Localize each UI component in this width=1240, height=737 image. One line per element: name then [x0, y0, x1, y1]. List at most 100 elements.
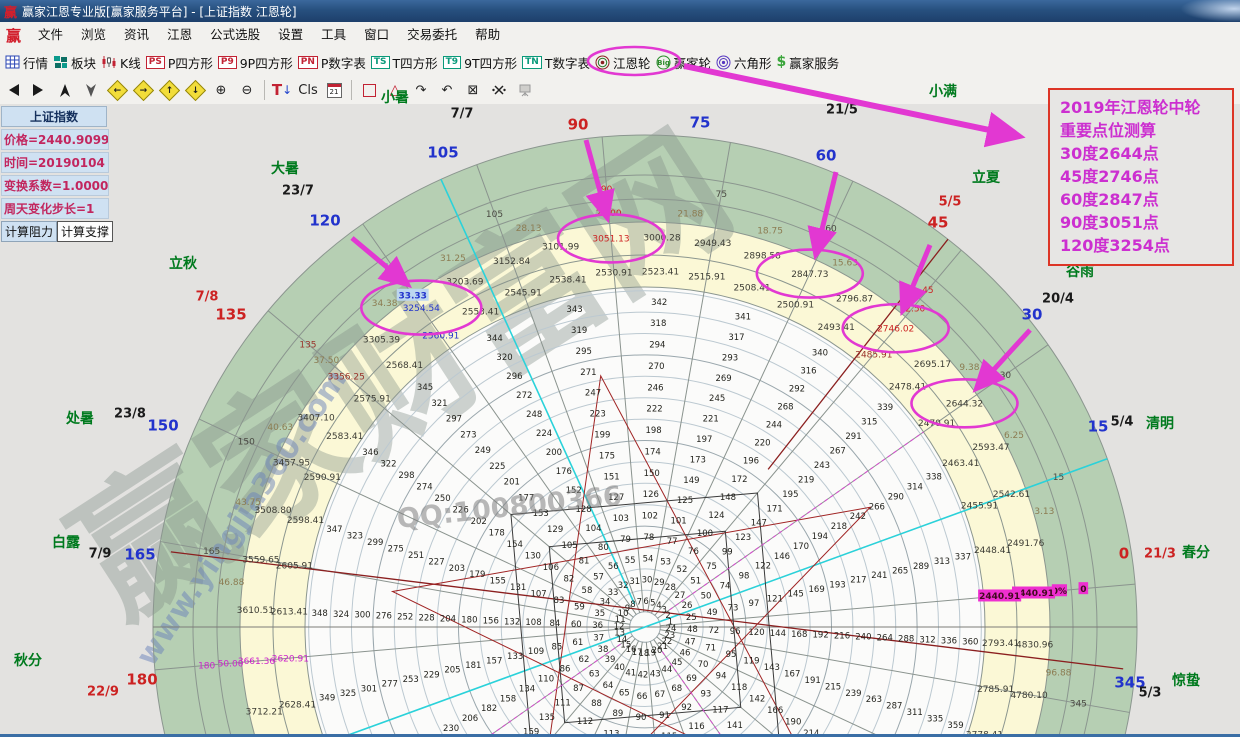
svg-text:120: 120 [309, 211, 340, 229]
svg-text:338: 338 [926, 473, 942, 483]
svg-text:36: 36 [592, 621, 603, 631]
svg-text:129: 129 [547, 525, 563, 535]
svg-text:119: 119 [743, 657, 759, 667]
annotation-box: 2019年江恩轮中轮重要点位测算30度2644点45度2746点60度2847点… [1048, 88, 1234, 266]
svg-text:222: 222 [646, 405, 662, 415]
svg-text:103: 103 [613, 514, 629, 524]
svg-text:196: 196 [743, 457, 759, 467]
svg-text:74: 74 [720, 581, 731, 591]
svg-text:337: 337 [955, 553, 971, 563]
svg-text:6: 6 [643, 597, 648, 607]
svg-text:40: 40 [614, 663, 625, 673]
svg-text:263: 263 [866, 695, 882, 705]
svg-text:225: 225 [489, 462, 505, 472]
svg-text:171: 171 [766, 504, 782, 514]
svg-text:135: 135 [539, 713, 555, 723]
svg-text:130: 130 [525, 552, 541, 562]
svg-text:3610.51: 3610.51 [237, 606, 274, 616]
svg-text:109: 109 [528, 647, 544, 657]
svg-text:2695.17: 2695.17 [914, 360, 951, 370]
svg-text:215: 215 [825, 682, 841, 692]
svg-text:122: 122 [755, 562, 771, 572]
svg-text:214: 214 [803, 729, 819, 737]
svg-text:28.13: 28.13 [516, 224, 542, 234]
svg-text:245: 245 [709, 394, 725, 404]
svg-text:340: 340 [812, 348, 828, 358]
svg-text:35: 35 [594, 609, 605, 619]
svg-text:32: 32 [618, 581, 629, 591]
svg-text:115: 115 [661, 732, 677, 737]
svg-text:159: 159 [523, 727, 539, 737]
svg-text:96.88: 96.88 [1046, 669, 1072, 679]
svg-text:88: 88 [591, 699, 602, 709]
svg-text:75: 75 [690, 113, 711, 131]
annotation-line-1: 重要点位测算 [1060, 119, 1226, 142]
svg-text:3305.39: 3305.39 [363, 336, 400, 346]
svg-text:295: 295 [576, 347, 592, 357]
svg-text:60: 60 [571, 620, 582, 630]
svg-text:221: 221 [703, 415, 719, 425]
info-row-3: 周天变化步长=1 [1, 198, 109, 219]
svg-text:314: 314 [907, 483, 923, 493]
svg-text:273: 273 [460, 430, 476, 440]
svg-text:29: 29 [654, 578, 665, 588]
svg-text:2553.41: 2553.41 [462, 307, 499, 317]
calc-support-button[interactable]: 计算支撑 [57, 221, 113, 242]
svg-text:277: 277 [382, 680, 398, 690]
svg-text:293: 293 [722, 353, 738, 363]
svg-text:4780.10: 4780.10 [1010, 691, 1047, 701]
svg-text:203: 203 [449, 564, 465, 574]
svg-text:7/9: 7/9 [89, 547, 112, 562]
svg-text:135: 135 [215, 305, 246, 323]
svg-text:105: 105 [561, 541, 577, 551]
svg-text:120: 120 [384, 263, 401, 273]
svg-text:312: 312 [919, 635, 935, 645]
annotation-line-0: 2019年江恩轮中轮 [1060, 96, 1226, 119]
svg-text:100: 100 [697, 529, 713, 539]
svg-text:2478.41: 2478.41 [889, 383, 926, 393]
info-row-1: 时间=20190104 [1, 152, 109, 173]
chart-area[interactable]: 赢家财富网www.yingjia360.com15304560759010512… [0, 104, 1240, 737]
svg-text:220: 220 [754, 439, 770, 449]
svg-text:95: 95 [726, 650, 737, 660]
svg-text:86: 86 [560, 665, 571, 675]
svg-text:2796.87: 2796.87 [836, 294, 873, 304]
svg-text:3254.54: 3254.54 [403, 304, 440, 314]
svg-text:5/3: 5/3 [1139, 686, 1162, 701]
svg-text:121: 121 [767, 594, 783, 604]
svg-text:155: 155 [490, 577, 506, 587]
svg-text:126: 126 [643, 490, 659, 500]
svg-text:秋分: 秋分 [14, 652, 42, 669]
svg-text:344: 344 [487, 334, 503, 344]
svg-text:80: 80 [598, 543, 609, 553]
svg-text:301: 301 [361, 684, 377, 694]
svg-text:2455.91: 2455.91 [961, 501, 998, 511]
svg-text:60: 60 [825, 224, 837, 234]
svg-text:3559.65: 3559.65 [242, 556, 279, 566]
svg-text:白露: 白露 [52, 534, 81, 551]
svg-text:0: 0 [1119, 544, 1129, 562]
svg-text:46: 46 [680, 649, 691, 659]
svg-text:167: 167 [784, 669, 800, 679]
svg-text:惊蛰: 惊蛰 [1171, 672, 1200, 689]
svg-text:2470.91: 2470.91 [918, 419, 955, 429]
svg-text:317: 317 [728, 333, 744, 343]
svg-text:102: 102 [642, 512, 658, 522]
svg-text:37: 37 [593, 633, 604, 643]
svg-text:99: 99 [722, 548, 733, 558]
svg-text:200: 200 [546, 448, 562, 458]
svg-text:大暑: 大暑 [271, 160, 299, 177]
svg-text:172: 172 [731, 475, 747, 485]
svg-text:2448.41: 2448.41 [974, 546, 1011, 556]
calc-resistance-button[interactable]: 计算阻力 [1, 221, 57, 242]
svg-text:141: 141 [727, 721, 743, 731]
svg-text:125: 125 [677, 496, 693, 506]
svg-text:82: 82 [564, 575, 575, 585]
svg-text:2583.41: 2583.41 [326, 432, 363, 442]
svg-text:3000.28: 3000.28 [643, 234, 680, 244]
svg-text:3203.69: 3203.69 [446, 277, 483, 287]
svg-text:246: 246 [647, 383, 663, 393]
svg-text:61: 61 [572, 638, 583, 648]
svg-text:270: 270 [648, 362, 664, 372]
svg-text:2440.91: 2440.91 [979, 592, 1020, 602]
